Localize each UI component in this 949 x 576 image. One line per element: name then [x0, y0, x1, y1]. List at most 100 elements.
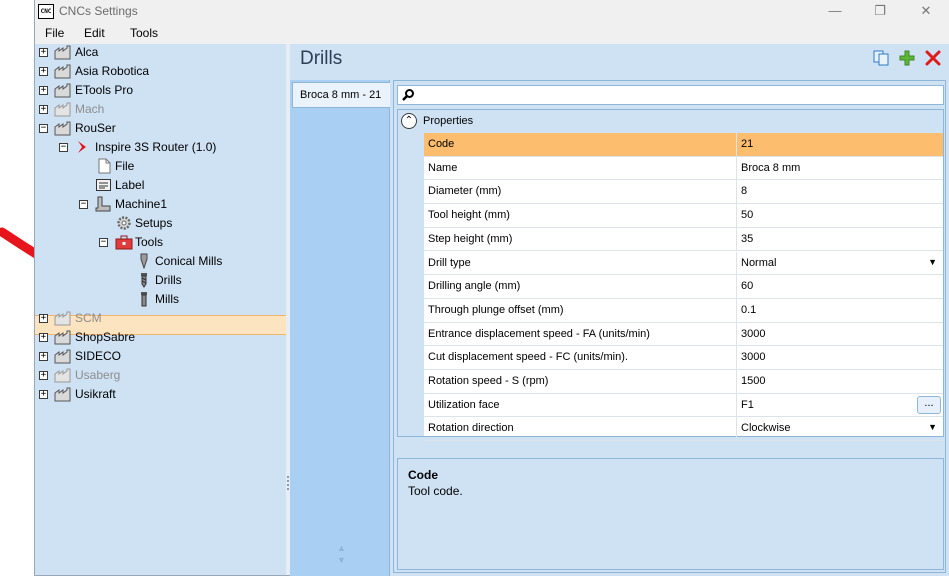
property-value[interactable]: 50 — [736, 204, 943, 227]
delete-icon[interactable] — [924, 49, 942, 67]
property-value[interactable]: F1... — [736, 393, 943, 417]
category-row[interactable]: ⌃ Properties — [398, 110, 943, 133]
tree-item-mach[interactable]: + Mach — [35, 100, 286, 119]
expand-icon[interactable]: + — [39, 371, 48, 380]
tree-item-label: SIDECO — [75, 349, 122, 363]
add-icon[interactable] — [898, 49, 916, 67]
property-name: Cut displacement speed - FC (units/min). — [428, 351, 628, 364]
property-name: Entrance displacement speed - FA (units/… — [428, 327, 650, 340]
maximize-button[interactable]: ❐ — [857, 0, 903, 24]
expand-icon[interactable]: + — [39, 86, 48, 95]
tree-item-label: RouSer — [75, 121, 116, 135]
tree-item-etools-pro[interactable]: + ETools Pro — [35, 81, 286, 100]
tree-item-rouser[interactable]: − RouSer — [35, 119, 286, 138]
property-name: Drill type — [428, 256, 471, 269]
tree-item-tools[interactable]: − Tools — [35, 233, 286, 252]
property-row-name[interactable]: Name Broca 8 mm — [424, 156, 943, 181]
scroll-arrows-icon[interactable]: ▲ ▼ — [337, 542, 346, 566]
factory-icon — [54, 83, 71, 98]
app-logo-icon: CNC — [38, 4, 54, 19]
property-name: Name — [428, 161, 458, 174]
property-value[interactable]: 0.1 — [736, 298, 943, 322]
tree-item-conical-mills[interactable]: Conical Mills — [35, 252, 286, 271]
tree-item-label: Asia Robotica — [75, 64, 150, 78]
property-row-drilling-angle[interactable]: Drilling angle (mm) 60 — [424, 275, 943, 299]
expand-icon[interactable]: + — [39, 48, 48, 57]
tree-item-inspire-3s-router[interactable]: − Inspire 3S Router (1.0) — [35, 138, 286, 157]
tree-item-drills[interactable]: Drills — [35, 271, 286, 290]
expand-icon[interactable]: + — [39, 352, 48, 361]
tree-item-asia-robotica[interactable]: + Asia Robotica — [35, 62, 286, 81]
property-grid: ⌃ Properties Code 21 Name Broca 8 mm Dia… — [397, 109, 944, 442]
grid-margin — [398, 133, 424, 436]
property-value[interactable]: 3000 — [736, 346, 943, 369]
drill-type-select[interactable]: Normal ▼ — [736, 251, 943, 275]
property-row-cut-speed[interactable]: Cut displacement speed - FC (units/min).… — [424, 346, 943, 370]
tree-item-label: Tools — [135, 235, 164, 249]
tree-item-file[interactable]: File — [35, 157, 286, 176]
tree-item-label-node[interactable]: Label — [35, 176, 286, 195]
search-input[interactable] — [397, 85, 944, 105]
collapse-icon[interactable]: − — [99, 238, 108, 247]
collapse-category-icon[interactable]: ⌃ — [401, 113, 417, 129]
tree-item-machine1[interactable]: − Machine1 — [35, 195, 286, 214]
gear-icon — [117, 216, 131, 230]
tree-item-shopsabre[interactable]: + ShopSabre — [35, 328, 286, 347]
property-value[interactable]: 8 — [736, 180, 943, 204]
copy-icon[interactable] — [872, 49, 890, 67]
factory-icon — [54, 121, 71, 136]
expand-icon[interactable]: + — [39, 314, 48, 323]
minimize-button[interactable]: — — [812, 0, 858, 24]
property-row-diameter[interactable]: Diameter (mm) 8 — [424, 180, 943, 205]
tool-list-item[interactable]: Broca 8 mm - 21 — [292, 82, 390, 108]
tree-item-label: Inspire 3S Router (1.0) — [95, 140, 217, 154]
property-name: Tool height (mm) — [428, 209, 510, 222]
tree-item-usikraft[interactable]: + Usikraft — [35, 385, 286, 404]
red-chevron-icon — [78, 141, 86, 153]
property-value[interactable]: 1500 — [736, 370, 943, 393]
window-title: CNCs Settings — [59, 4, 138, 18]
collapse-icon[interactable]: − — [39, 124, 48, 133]
tree-item-sideco[interactable]: + SIDECO — [35, 347, 286, 366]
expand-icon[interactable]: + — [39, 67, 48, 76]
dropdown-arrow-icon[interactable]: ▼ — [928, 257, 937, 267]
dropdown-arrow-icon[interactable]: ▼ — [928, 422, 937, 432]
property-row-code[interactable]: Code 21 — [424, 133, 943, 157]
expand-icon[interactable]: + — [39, 105, 48, 114]
rotation-direction-select[interactable]: Clockwise ▼ — [736, 417, 943, 441]
close-button[interactable]: ✕ — [903, 0, 949, 24]
property-row-drill-type[interactable]: Drill type Normal ▼ — [424, 251, 943, 276]
expand-icon[interactable]: + — [39, 390, 48, 399]
tree-item-label: Usikraft — [75, 387, 116, 401]
property-value[interactable]: 3000 — [736, 322, 943, 346]
ellipsis-button[interactable]: ... — [917, 395, 941, 414]
property-row-through-plunge-offset[interactable]: Through plunge offset (mm) 0.1 — [424, 298, 943, 323]
menu-edit[interactable]: Edit — [84, 26, 105, 40]
property-name: Diameter (mm) — [428, 185, 502, 198]
tree-item-alca[interactable]: + Alca — [35, 43, 286, 62]
property-value[interactable]: 35 — [736, 227, 943, 251]
property-row-entrance-speed[interactable]: Entrance displacement speed - FA (units/… — [424, 322, 943, 347]
tree-item-usaberg[interactable]: + Usaberg — [35, 366, 286, 385]
property-row-tool-height[interactable]: Tool height (mm) 50 — [424, 204, 943, 228]
menu-file[interactable]: File — [45, 26, 64, 40]
property-row-rotation-speed[interactable]: Rotation speed - S (rpm) 1500 — [424, 370, 943, 394]
property-value[interactable]: 21 — [736, 133, 943, 156]
tree-item-mills[interactable]: Mills — [35, 290, 286, 309]
expand-icon[interactable]: + — [39, 333, 48, 342]
property-row-utilization-face[interactable]: Utilization face F1... — [424, 393, 943, 418]
property-row-step-height[interactable]: Step height (mm) 35 — [424, 227, 943, 252]
menu-tools[interactable]: Tools — [130, 26, 158, 40]
splitter-grip-icon[interactable] — [287, 476, 289, 490]
factory-icon — [54, 387, 71, 402]
property-value[interactable]: 60 — [736, 275, 943, 298]
toolbox-icon — [115, 235, 133, 250]
collapse-icon[interactable]: − — [59, 143, 68, 152]
property-row-rotation-direction[interactable]: Rotation direction Clockwise ▼ — [424, 417, 943, 442]
property-value[interactable]: Broca 8 mm — [736, 156, 943, 180]
tree-item-label: Alca — [75, 45, 99, 59]
tree-item-setups[interactable]: Setups — [35, 214, 286, 233]
collapse-icon[interactable]: − — [79, 200, 88, 209]
tree-item-scm[interactable]: + SCM — [35, 309, 286, 328]
property-name: Step height (mm) — [428, 232, 513, 245]
